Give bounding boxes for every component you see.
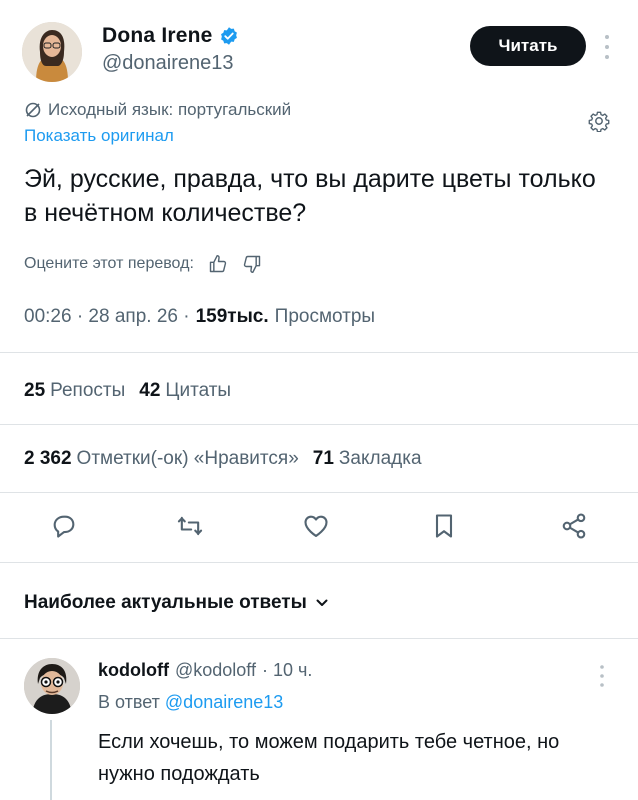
- follow-button[interactable]: Читать: [470, 26, 586, 66]
- bookmark-icon[interactable]: [430, 512, 458, 540]
- reply-handle[interactable]: @kodoloff: [175, 660, 256, 681]
- divider: [0, 352, 638, 353]
- reply-to-line: В ответ @donairene13: [98, 692, 283, 713]
- tweet-actions: [0, 506, 638, 546]
- reply-author-row: kodoloff @kodoloff · 10 ч.: [98, 660, 312, 681]
- replies-heading: Наиболее актуальные ответы: [24, 592, 307, 613]
- more-vertical-icon[interactable]: [600, 32, 614, 62]
- tweet-text: Эй, русские, правда, что вы дарите цветы…: [24, 165, 596, 227]
- rate-translation-row: Оцените этот перевод:: [24, 254, 262, 274]
- reply-icon[interactable]: [50, 512, 78, 540]
- views-count: 159тыс.: [195, 306, 269, 327]
- reposts-count: 25: [24, 380, 46, 401]
- views-label: Просмотры: [274, 306, 376, 327]
- translation-source-row: Исходный язык: португальский: [24, 100, 291, 120]
- verified-badge-icon: [220, 27, 237, 45]
- translation-source-language: Исходный язык: португальский: [48, 100, 292, 119]
- tweet-header: Dona Irene @donairene13 Читать: [22, 18, 622, 88]
- author-handle[interactable]: @donairene13: [102, 52, 234, 75]
- replies-sort-dropdown[interactable]: Наиболее актуальные ответы: [24, 592, 329, 614]
- likes-bookmarks-row: 2 362 Отметки(-ок) «Нравится» 71 Закладка: [24, 448, 422, 470]
- author-display-name[interactable]: Dona Irene: [102, 24, 213, 48]
- bookmarks-label: Закладка: [338, 448, 422, 469]
- divider: [0, 424, 638, 425]
- bookmarks-count: 71: [312, 448, 334, 469]
- divider: [0, 492, 638, 493]
- more-vertical-icon[interactable]: [596, 662, 608, 690]
- reply-item[interactable]: kodoloff @kodoloff · 10 ч. В ответ @dona…: [0, 640, 638, 800]
- rate-translation-label: Оцените этот перевод:: [24, 255, 194, 272]
- likes-label: Отметки(-ок) «Нравится»: [76, 448, 299, 469]
- quotes-stat[interactable]: 42 Цитаты: [139, 380, 231, 402]
- reposts-label: Репосты: [50, 380, 126, 401]
- reply-avatar[interactable]: [24, 658, 80, 714]
- divider: [0, 638, 638, 639]
- reply-display-name[interactable]: kodoloff: [98, 660, 169, 681]
- tweet-meta: 00:26 · 28 апр. 26 · 159тыс. Просмотры: [24, 306, 375, 328]
- reply-time[interactable]: · 10 ч.: [262, 660, 312, 681]
- gear-icon[interactable]: [588, 110, 610, 132]
- likes-stat[interactable]: 2 362 Отметки(-ок) «Нравится»: [24, 448, 299, 470]
- translate-off-icon: [25, 102, 41, 118]
- likes-count: 2 362: [24, 448, 72, 469]
- bookmarks-stat[interactable]: 71 Закладка: [313, 448, 422, 470]
- author-avatar[interactable]: [22, 22, 82, 82]
- reply-to-mention[interactable]: @donairene13: [165, 692, 283, 712]
- show-original-link[interactable]: Показать оригинал: [24, 126, 174, 146]
- reply-to-prefix: В ответ: [98, 692, 160, 712]
- repost-icon[interactable]: [176, 512, 204, 540]
- tweet-timestamp[interactable]: 00:26 · 28 апр. 26 ·: [24, 306, 190, 328]
- author-name-row: Dona Irene: [102, 24, 239, 48]
- thumbs-up-icon[interactable]: [208, 254, 228, 274]
- thumbs-down-icon[interactable]: [242, 254, 262, 274]
- reposts-stat[interactable]: 25 Репосты: [24, 380, 125, 402]
- reply-text: Если хочешь, то можем подарить тебе четн…: [98, 731, 560, 785]
- quotes-label: Цитаты: [165, 380, 232, 401]
- heart-icon[interactable]: [302, 512, 330, 540]
- divider: [0, 562, 638, 563]
- chevron-down-icon: [316, 599, 328, 606]
- quotes-count: 42: [139, 380, 161, 401]
- reposts-quotes-row: 25 Репосты 42 Цитаты: [24, 380, 231, 402]
- thread-line: [50, 720, 52, 800]
- share-icon[interactable]: [560, 512, 588, 540]
